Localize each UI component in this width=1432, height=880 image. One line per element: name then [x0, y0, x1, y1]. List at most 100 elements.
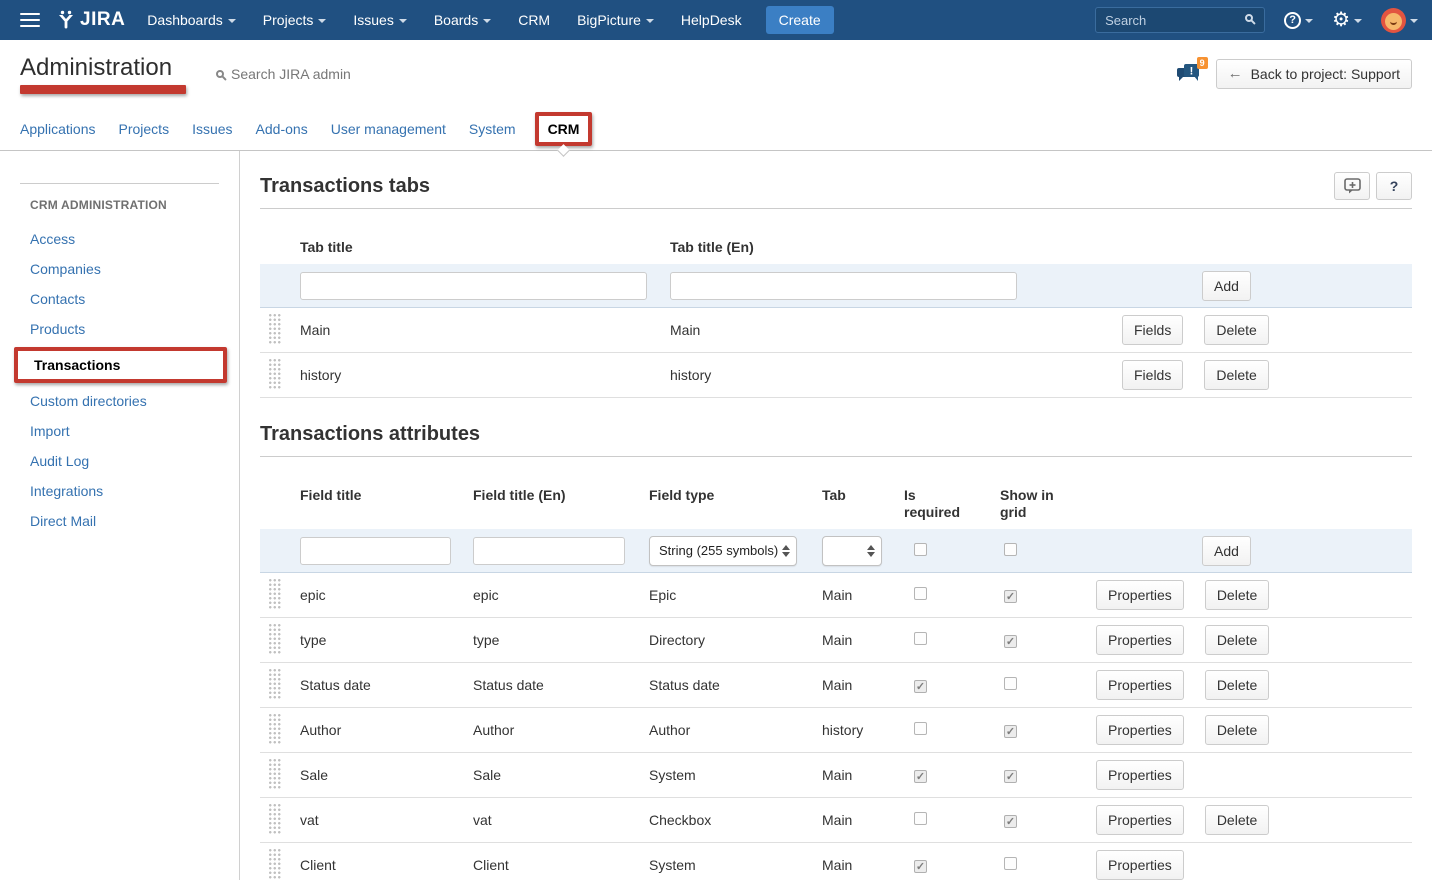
tab-issues[interactable]: Issues — [192, 121, 232, 137]
tab-system[interactable]: System — [469, 121, 516, 137]
show-in-grid-checkbox[interactable] — [1004, 815, 1017, 828]
delete-button[interactable]: Delete — [1205, 805, 1269, 835]
add-attribute-button[interactable]: Add — [1202, 536, 1251, 566]
is-required-checkbox[interactable] — [914, 770, 927, 783]
field-title-en-input[interactable] — [473, 537, 625, 565]
properties-button[interactable]: Properties — [1096, 580, 1184, 610]
tab-select[interactable] — [822, 536, 882, 566]
field-title-en-value: type — [469, 632, 645, 648]
drag-handle-icon[interactable] — [268, 668, 281, 699]
sidebar-item-products[interactable]: Products — [20, 314, 219, 344]
nav-crm[interactable]: CRM — [518, 12, 550, 28]
delete-button[interactable]: Delete — [1205, 715, 1269, 745]
tab-user-management[interactable]: User management — [331, 121, 446, 137]
jira-logo[interactable]: JIRA — [56, 9, 125, 31]
main-content: ? Transactions tabs Tab title Tab title … — [240, 151, 1432, 880]
drag-handle-icon[interactable] — [268, 623, 281, 654]
show-in-grid-checkbox[interactable] — [1004, 590, 1017, 603]
nav-helpdesk[interactable]: HelpDesk — [681, 12, 742, 28]
field-type-select[interactable]: String (255 symbols) — [649, 536, 797, 566]
is-required-checkbox[interactable] — [914, 812, 927, 825]
annotation-rectangle: CRM — [535, 112, 593, 146]
drag-handle-icon[interactable] — [268, 713, 281, 744]
is-required-checkbox[interactable] — [914, 722, 927, 735]
properties-button[interactable]: Properties — [1096, 760, 1184, 790]
feedback-button[interactable] — [1334, 172, 1370, 200]
global-search — [1095, 7, 1265, 33]
show-in-grid-checkbox[interactable] — [1004, 677, 1017, 690]
tab-projects[interactable]: Projects — [119, 121, 170, 137]
nav-dashboards[interactable]: Dashboards — [147, 12, 236, 28]
avatar — [1381, 8, 1406, 33]
notifications-button[interactable]: ! 9 — [1176, 60, 1206, 88]
drag-handle-icon[interactable] — [268, 578, 281, 609]
show-in-grid-checkbox[interactable] — [1004, 635, 1017, 648]
tab-add-ons[interactable]: Add-ons — [256, 121, 308, 137]
admin-search[interactable]: Search JIRA admin — [216, 66, 351, 82]
drag-handle-icon[interactable] — [268, 848, 281, 879]
delete-button[interactable]: Delete — [1205, 670, 1269, 700]
back-to-project-button[interactable]: ← Back to project: Support — [1216, 59, 1412, 89]
table-row: Main Main Fields Delete — [260, 308, 1412, 353]
add-tab-button[interactable]: Add — [1202, 271, 1251, 301]
admin-header: Administration Search JIRA admin ! 9 ← B… — [0, 40, 1432, 107]
app-switcher-icon[interactable] — [20, 13, 40, 27]
tab-crm-active[interactable]: CRM — [548, 121, 580, 137]
is-required-checkbox[interactable] — [914, 587, 927, 600]
column-header-field-title: Field title — [296, 487, 469, 504]
is-required-checkbox[interactable] — [914, 543, 927, 556]
is-required-checkbox[interactable] — [914, 860, 927, 873]
is-required-checkbox[interactable] — [914, 680, 927, 693]
drag-handle-icon[interactable] — [268, 803, 281, 834]
column-header-is-required: Is required — [904, 487, 966, 521]
nav-issues[interactable]: Issues — [353, 12, 406, 28]
nav-boards[interactable]: Boards — [434, 12, 491, 28]
nav-bigpicture[interactable]: BigPicture — [577, 12, 654, 28]
field-title-en-value: vat — [469, 812, 645, 828]
tab-title-en-input[interactable] — [670, 272, 1017, 300]
delete-button[interactable]: Delete — [1205, 580, 1269, 610]
drag-handle-icon[interactable] — [268, 358, 281, 389]
show-in-grid-checkbox[interactable] — [1004, 770, 1017, 783]
global-search-input[interactable] — [1095, 7, 1265, 33]
sidebar-item-contacts[interactable]: Contacts — [20, 284, 219, 314]
help-menu[interactable]: ? — [1284, 12, 1313, 29]
tab-title-input[interactable] — [300, 272, 647, 300]
create-button[interactable]: Create — [766, 6, 834, 34]
show-in-grid-checkbox[interactable] — [1004, 543, 1017, 556]
fields-button[interactable]: Fields — [1122, 315, 1183, 345]
tab-applications[interactable]: Applications — [20, 121, 96, 137]
profile-menu[interactable] — [1381, 8, 1418, 33]
drag-handle-icon[interactable] — [268, 313, 281, 344]
drag-handle-icon[interactable] — [268, 758, 281, 789]
properties-button[interactable]: Properties — [1096, 805, 1184, 835]
properties-button[interactable]: Properties — [1096, 850, 1184, 880]
column-header-tab: Tab — [818, 487, 898, 504]
help-button[interactable]: ? — [1376, 172, 1412, 200]
sidebar-item-custom-directories[interactable]: Custom directories — [20, 386, 219, 416]
sidebar-item-companies[interactable]: Companies — [20, 254, 219, 284]
delete-button[interactable]: Delete — [1204, 315, 1268, 345]
tab-title-value: Main — [296, 322, 666, 338]
sidebar-item-import[interactable]: Import — [20, 416, 219, 446]
sidebar-item-audit-log[interactable]: Audit Log — [20, 446, 219, 476]
sidebar-item-access[interactable]: Access — [20, 224, 219, 254]
nav-projects[interactable]: Projects — [263, 12, 327, 28]
delete-button[interactable]: Delete — [1204, 360, 1268, 390]
is-required-checkbox[interactable] — [914, 632, 927, 645]
delete-button[interactable]: Delete — [1205, 625, 1269, 655]
search-icon[interactable] — [1245, 14, 1253, 22]
properties-button[interactable]: Properties — [1096, 670, 1184, 700]
properties-button[interactable]: Properties — [1096, 625, 1184, 655]
field-title-input[interactable] — [300, 537, 451, 565]
tab-title-en-value: Main — [666, 322, 1036, 338]
show-in-grid-checkbox[interactable] — [1004, 857, 1017, 870]
sidebar-item-transactions-active[interactable]: Transactions — [34, 357, 120, 373]
properties-button[interactable]: Properties — [1096, 715, 1184, 745]
chevron-down-icon — [1354, 19, 1362, 23]
admin-settings-menu[interactable]: ⚙ — [1332, 10, 1362, 30]
show-in-grid-checkbox[interactable] — [1004, 725, 1017, 738]
fields-button[interactable]: Fields — [1122, 360, 1183, 390]
sidebar-item-integrations[interactable]: Integrations — [20, 476, 219, 506]
sidebar-item-direct-mail[interactable]: Direct Mail — [20, 506, 219, 536]
